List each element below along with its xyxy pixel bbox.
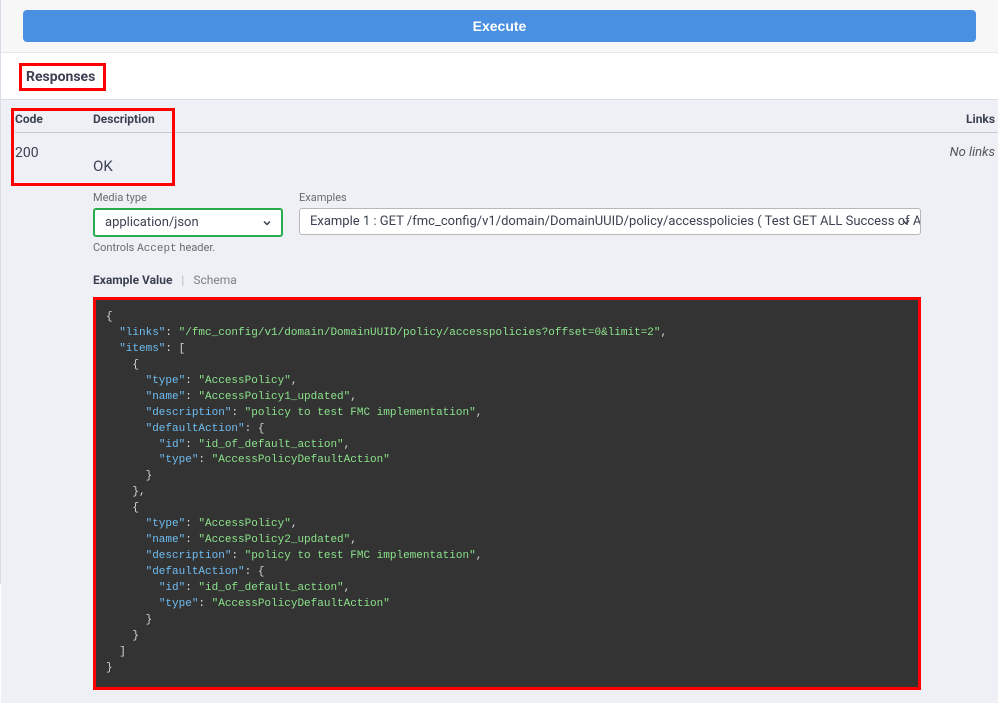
tab-example-value[interactable]: Example Value bbox=[93, 273, 172, 287]
media-type-select[interactable]: application/json bbox=[93, 208, 283, 237]
execute-button[interactable]: Execute bbox=[23, 10, 976, 42]
column-header-links: Links bbox=[921, 112, 998, 133]
examples-value: Example 1 : GET /fmc_config/v1/domain/Do… bbox=[310, 214, 921, 229]
response-description: OK bbox=[93, 157, 921, 175]
example-response-body: { "links": "/fmc_config/v1/domain/Domain… bbox=[93, 297, 921, 690]
media-type-helper: Controls Accept header. bbox=[93, 241, 283, 255]
media-type-value: application/json bbox=[105, 215, 199, 230]
examples-select[interactable]: Example 1 : GET /fmc_config/v1/domain/Do… bbox=[299, 208, 921, 235]
links-none: No links bbox=[950, 145, 995, 160]
chevron-down-icon bbox=[261, 217, 273, 229]
examples-label: Examples bbox=[299, 191, 921, 204]
responses-heading: Responses bbox=[19, 63, 106, 91]
media-type-label: Media type bbox=[93, 191, 283, 204]
column-header-description: Description bbox=[93, 112, 921, 133]
response-code: 200 bbox=[15, 133, 93, 690]
tab-schema[interactable]: Schema bbox=[193, 273, 236, 287]
column-header-code: Code bbox=[15, 112, 93, 133]
